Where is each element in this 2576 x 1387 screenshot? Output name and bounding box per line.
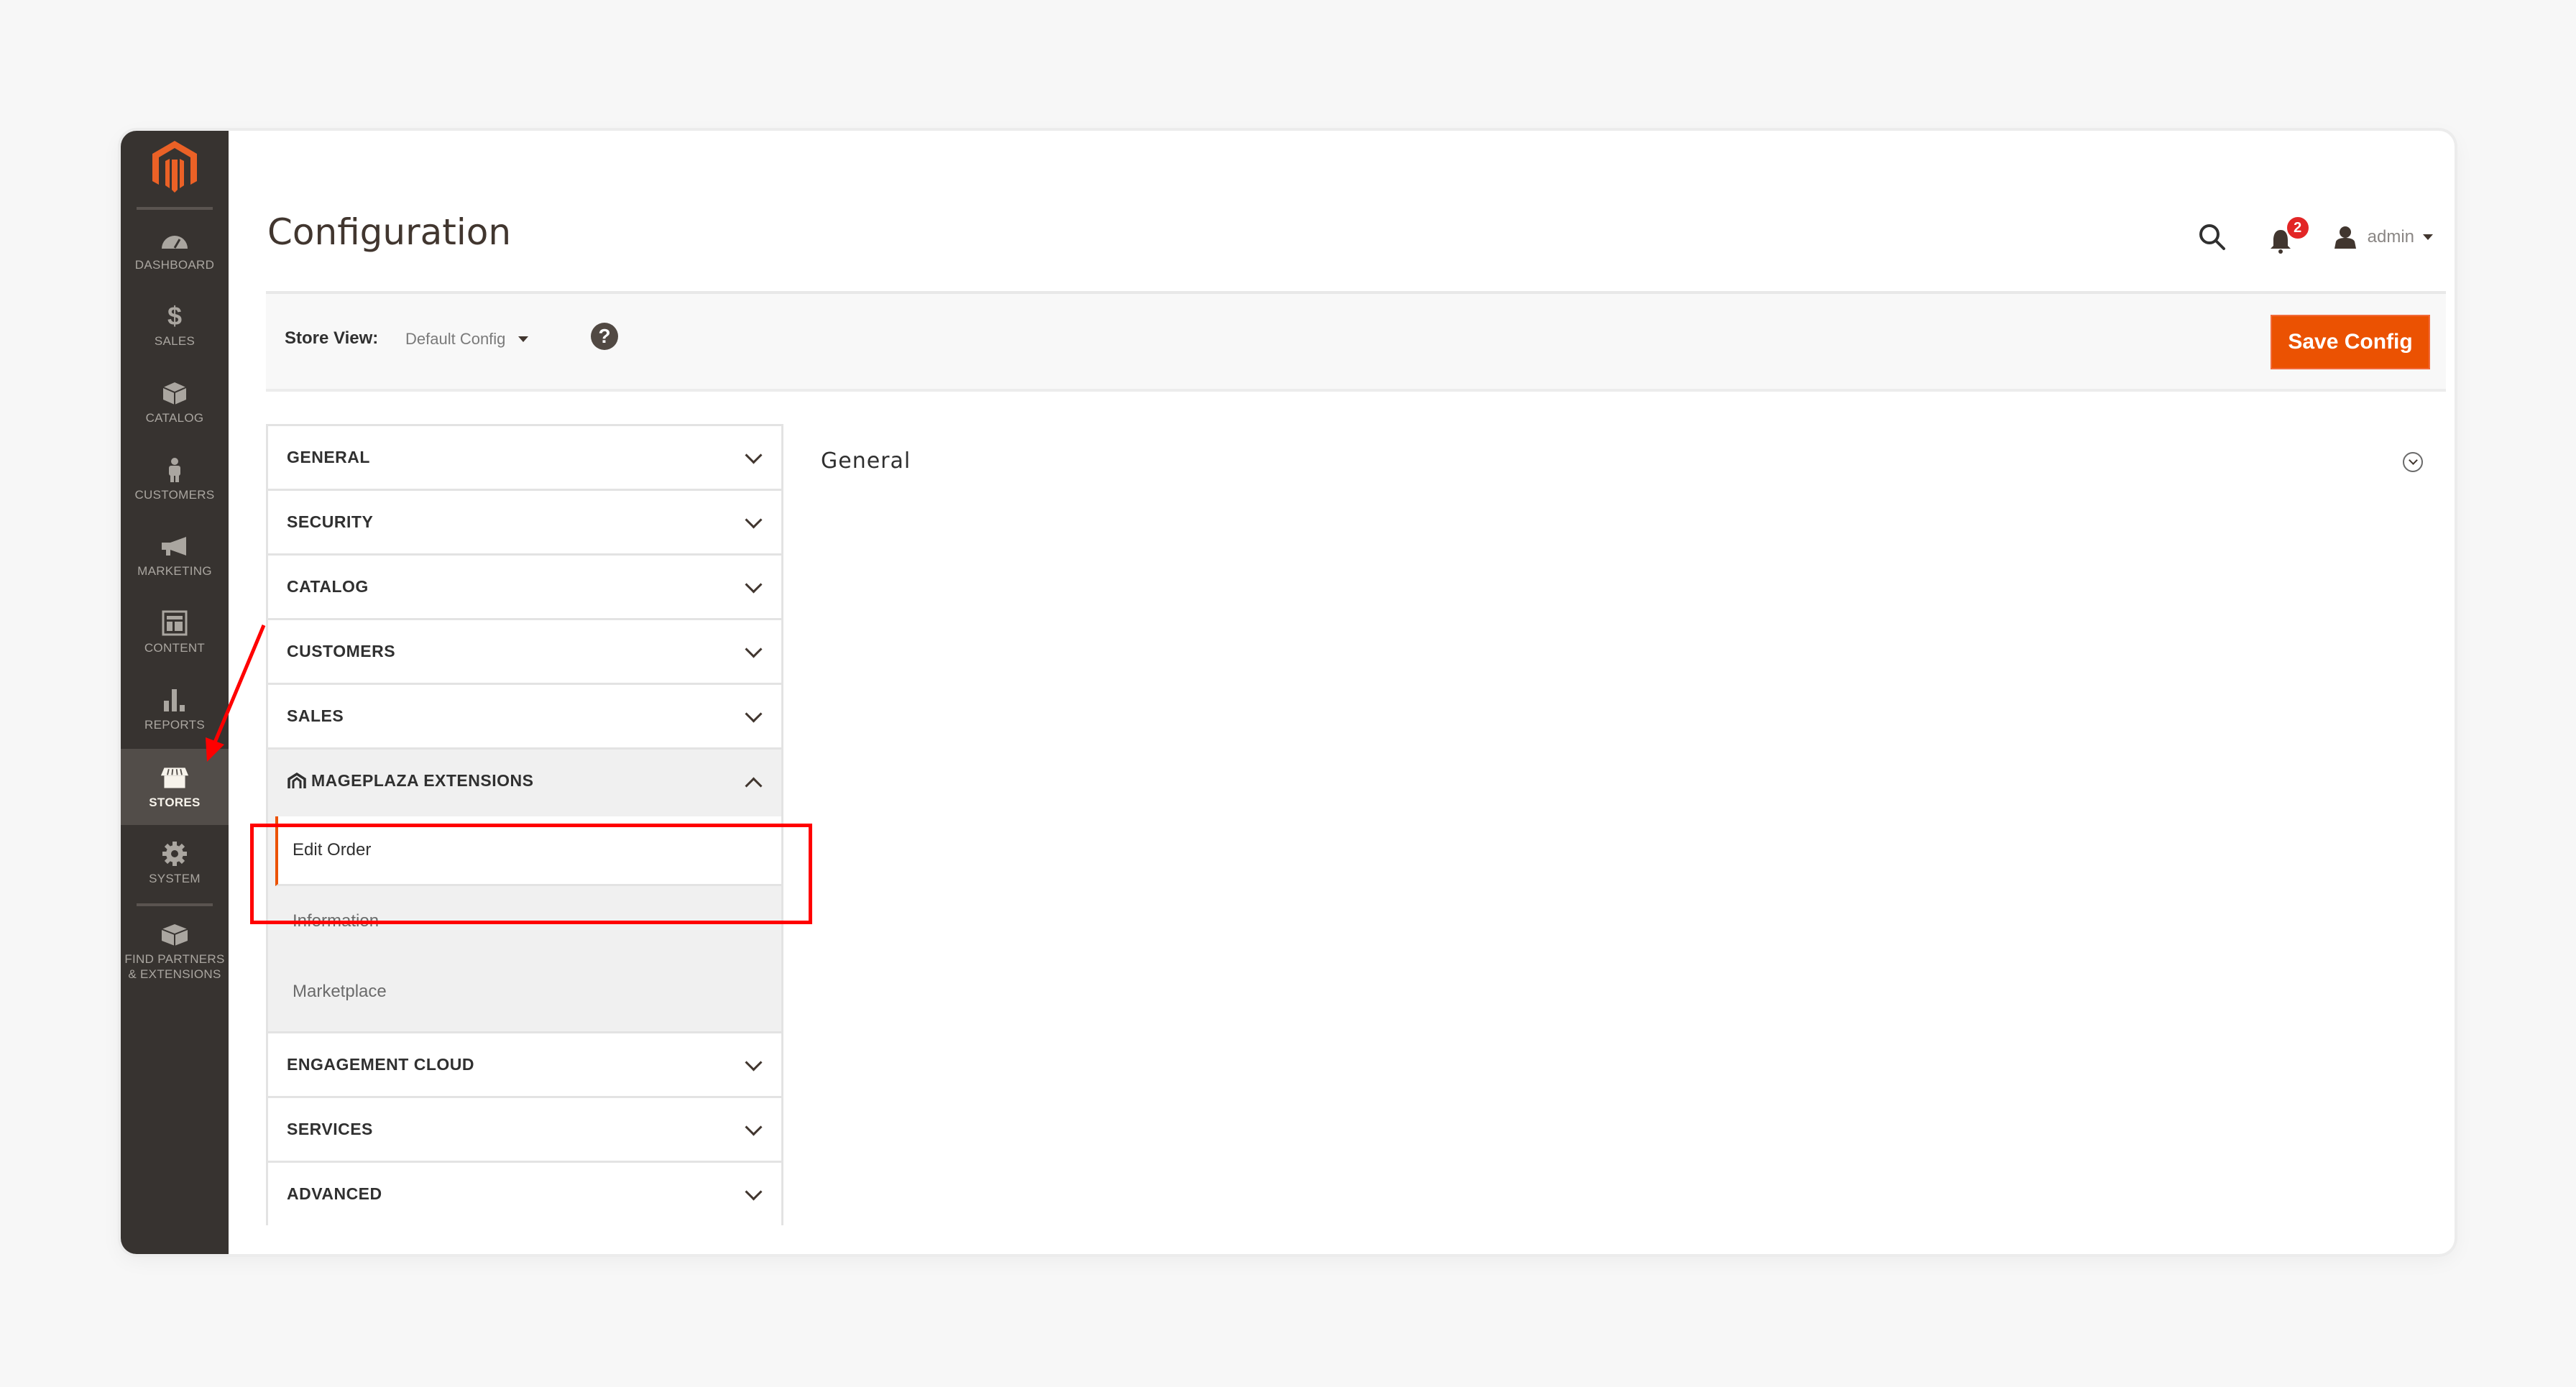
dollar-icon: $ [167,300,183,331]
bar-chart-icon [160,687,189,713]
sidebar-item-label: Dashboard [134,257,215,272]
sidebar-item-label: Find Partners & Extensions [124,952,225,981]
sidebar-divider [137,903,213,906]
sidebar-item-label: Customers [134,487,215,502]
store-view-bar: Store View: Default Config ? Save Config [266,291,2446,392]
section-general-title[interactable]: General [821,448,911,474]
admin-window: Dashboard $ Sales Catalog Customers Mark… [121,131,2455,1254]
chevron-down-icon [518,336,529,342]
chevron-down-icon [745,576,763,594]
user-icon [2334,226,2356,249]
chevron-up-icon [745,777,763,795]
tab-sales[interactable]: SALES [266,683,783,747]
user-menu[interactable]: admin [2333,226,2433,249]
sidebar-item-customers[interactable]: Customers [121,441,229,517]
tab-label: GENERAL [287,448,370,466]
chevron-down-icon [745,640,763,658]
annotation-arrow-icon [206,625,266,762]
tab-security[interactable]: SECURITY [266,489,783,553]
tab-services[interactable]: SERVICES [266,1096,783,1161]
box-icon [160,380,189,406]
tab-engagement-cloud[interactable]: ENGAGEMENT CLOUD [266,1031,783,1096]
save-config-button[interactable]: Save Config [2271,315,2430,369]
sidebar-item-label: Stores [149,795,201,809]
tab-label: SECURITY [287,512,374,531]
chevron-down-icon [745,1054,763,1072]
tab-label: MAGEPLAZA EXTENSIONS [311,771,534,790]
storefront-icon [160,765,189,791]
page-title: Configuration [267,211,512,253]
sidebar-divider [137,207,213,210]
sidebar-item-dashboard[interactable]: Dashboard [121,211,229,287]
tab-label-wrap: MAGEPLAZA EXTENSIONS [287,771,533,791]
sidebar-item-label: Marketing [137,563,212,578]
tab-customers[interactable]: CUSTOMERS [266,618,783,683]
tab-label: CATALOG [287,577,369,596]
header-actions: 2 admin [2196,216,2433,259]
tab-general[interactable]: GENERAL [266,424,783,489]
tab-label: SALES [287,706,344,725]
sidebar-item-system[interactable]: System [121,825,229,901]
subitem-marketplace[interactable]: Marketplace [268,957,781,1027]
section-collapse-toggle-icon[interactable] [2403,452,2423,472]
store-view-value: Default Config [405,330,506,348]
mageplaza-logo-icon [288,772,306,788]
chevron-down-icon [745,511,763,529]
search-icon[interactable] [2196,221,2228,253]
chevron-down-icon [745,705,763,723]
sidebar-item-label: Sales [154,333,196,348]
magento-logo[interactable] [150,138,200,195]
gear-icon [160,841,189,867]
chevron-down-icon [745,1118,763,1136]
help-icon[interactable]: ? [591,323,618,350]
sidebar-item-find-partners[interactable]: Find Partners & Extensions [121,908,229,995]
sidebar-item-catalog[interactable]: Catalog [121,364,229,441]
sidebar-item-sales[interactable]: $ Sales [121,287,229,364]
person-icon [160,457,189,483]
dashboard-icon [160,227,189,253]
megaphone-icon [160,533,189,559]
chevron-down-icon [745,446,763,464]
tab-advanced[interactable]: ADVANCED [266,1161,783,1225]
notification-count-badge: 2 [2285,216,2310,240]
tab-label: CUSTOMERS [287,642,396,660]
chevron-down-icon [745,1183,763,1201]
notifications-button[interactable]: 2 [2268,216,2310,254]
store-view-switcher[interactable]: Default Config [405,330,529,349]
tab-label: ADVANCED [287,1184,382,1203]
tab-label: ENGAGEMENT CLOUD [287,1055,474,1074]
sidebar-item-label: System [149,871,201,885]
user-name: admin [2367,227,2414,246]
lego-block-icon [160,921,189,947]
store-view-label: Store View: [285,328,379,348]
sidebar-item-marketing[interactable]: Marketing [121,517,229,594]
sidebar-item-label: Catalog [145,410,204,425]
tab-catalog[interactable]: CATALOG [266,553,783,618]
tab-mageplaza-extensions[interactable]: MAGEPLAZA EXTENSIONS [266,747,783,812]
layout-icon [160,610,189,636]
tab-label: SERVICES [287,1120,373,1138]
annotation-highlight-box [250,824,812,924]
chevron-down-icon [2423,234,2433,240]
